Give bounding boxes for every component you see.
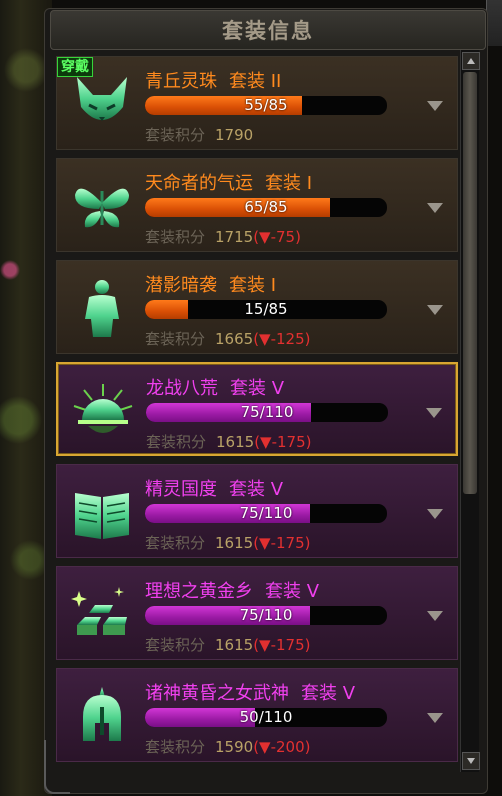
score-label: 套装积分 [145, 534, 206, 552]
expand-arrow-icon[interactable] [426, 408, 442, 418]
score-diff: (▼-75) [253, 228, 301, 246]
set-name: 青丘灵珠 [145, 71, 217, 92]
set-score: 套装积分 1715(▼-75) [145, 226, 301, 247]
butterfly-icon [65, 171, 139, 241]
score-value: 1715 [215, 228, 254, 246]
set-card[interactable]: 诸神黄昏之女武神 套装 V 50/110 套装积分 1590(▼-200) [56, 668, 458, 762]
rising-sun-icon [66, 376, 140, 446]
set-title: 诸神黄昏之女武神 套装 V [145, 679, 355, 705]
set-tier: 套装 I [265, 173, 313, 194]
progress-text: 75/110 [239, 606, 293, 624]
set-tier: 套装 V [301, 683, 356, 704]
progress-text: 75/110 [239, 504, 293, 522]
set-score: 套装积分 1790 [145, 124, 253, 145]
set-name: 精灵国度 [145, 479, 217, 500]
progress-bar: 15/85 [145, 300, 387, 319]
set-score: 套装积分 1615(▼-175) [145, 634, 311, 655]
set-title: 精灵国度 套装 V [145, 475, 283, 501]
progress-bar: 75/110 [145, 606, 387, 625]
set-tier: 套装 V [229, 479, 284, 500]
set-card[interactable]: 精灵国度 套装 V 75/110 套装积分 1615(▼-175) [56, 464, 458, 558]
fox-mask-icon [65, 69, 139, 139]
set-title: 天命者的气运 套装 I [145, 169, 312, 195]
score-diff: (▼-200) [253, 738, 311, 756]
set-name: 龙战八荒 [146, 378, 218, 399]
progress-bar: 75/110 [145, 504, 387, 523]
score-value: 1790 [215, 126, 254, 144]
set-tier: 套装 I [229, 275, 277, 296]
expand-arrow-icon[interactable] [427, 713, 443, 723]
score-diff: (▼-175) [253, 636, 311, 654]
progress-bar: 75/110 [146, 403, 388, 422]
set-card[interactable]: 天命者的气运 套装 I 65/85 套装积分 1715(▼-75) [56, 158, 458, 252]
score-value: 1665 [215, 330, 254, 348]
set-score: 套装积分 1590(▼-200) [145, 736, 311, 757]
progress-text: 50/110 [239, 708, 293, 726]
score-value: 1590 [215, 738, 254, 756]
scroll-down-button[interactable] [462, 752, 480, 770]
set-name: 潜影暗袭 [145, 275, 217, 296]
progress-text: 75/110 [240, 403, 294, 421]
set-title: 龙战八荒 套装 V [146, 374, 284, 400]
score-value: 1615 [215, 534, 254, 552]
set-name: 诸神黄昏之女武神 [145, 683, 289, 704]
set-score: 套装积分 1615(▼-175) [146, 431, 312, 452]
progress-text: 55/85 [244, 96, 288, 114]
set-score: 套装积分 1665(▼-125) [145, 328, 311, 349]
body-silhouette-icon [65, 273, 139, 343]
score-label: 套装积分 [145, 228, 206, 246]
scrollbar[interactable] [460, 50, 480, 772]
set-title: 潜影暗袭 套装 I [145, 271, 276, 297]
set-card[interactable]: 潜影暗袭 套装 I 15/85 套装积分 1665(▼-125) [56, 260, 458, 354]
gold-bars-icon [65, 579, 139, 649]
expand-arrow-icon[interactable] [427, 305, 443, 315]
progress-text: 15/85 [244, 300, 288, 318]
set-tier: 套装 II [229, 71, 282, 92]
set-card[interactable]: 穿戴青丘灵珠 套装 II 55/85 套装积分 1790 [56, 56, 458, 150]
progress-bar: 55/85 [145, 96, 387, 115]
background-right-edge [486, 0, 502, 46]
progress-text: 65/85 [244, 198, 288, 216]
set-title: 青丘灵珠 套装 II [145, 67, 281, 93]
open-book-icon [65, 477, 139, 547]
expand-arrow-icon[interactable] [427, 203, 443, 213]
panel-title: 套装信息 [222, 18, 314, 43]
set-list[interactable]: 穿戴 青丘灵珠 套装 II 55/85 套装积分 1790 天命者的气运 套装 I 65/85 套… [50, 50, 458, 776]
expand-arrow-icon[interactable] [427, 101, 443, 111]
scroll-up-button[interactable] [462, 52, 480, 70]
score-diff: (▼-125) [253, 330, 311, 348]
score-diff: (▼-175) [254, 433, 312, 451]
set-name: 天命者的气运 [145, 173, 253, 194]
score-value: 1615 [215, 636, 254, 654]
score-diff: (▼-175) [253, 534, 311, 552]
progress-bar: 65/85 [145, 198, 387, 217]
score-label: 套装积分 [145, 636, 206, 654]
score-label: 套装积分 [146, 433, 207, 451]
set-card[interactable]: 龙战八荒 套装 V 75/110 套装积分 1615(▼-175) [56, 362, 458, 456]
set-score: 套装积分 1615(▼-175) [145, 532, 311, 553]
helmet-icon [65, 681, 139, 751]
set-title: 理想之黄金乡 套装 V [145, 577, 319, 603]
expand-arrow-icon[interactable] [427, 611, 443, 621]
set-tier: 套装 V [230, 378, 285, 399]
expand-arrow-icon[interactable] [427, 509, 443, 519]
frame-corner-decoration [44, 740, 70, 794]
set-tier: 套装 V [265, 581, 320, 602]
set-name: 理想之黄金乡 [145, 581, 253, 602]
score-label: 套装积分 [145, 330, 206, 348]
panel-title-bar: 套装信息 [50, 10, 486, 50]
progress-bar: 50/110 [145, 708, 387, 727]
scroll-thumb[interactable] [463, 72, 477, 494]
set-card[interactable]: 理想之黄金乡 套装 V 75/110 套装积分 1615(▼-175) [56, 566, 458, 660]
score-label: 套装积分 [145, 126, 206, 144]
score-label: 套装积分 [145, 738, 206, 756]
score-value: 1615 [216, 433, 255, 451]
worn-badge: 穿戴 [57, 57, 93, 77]
